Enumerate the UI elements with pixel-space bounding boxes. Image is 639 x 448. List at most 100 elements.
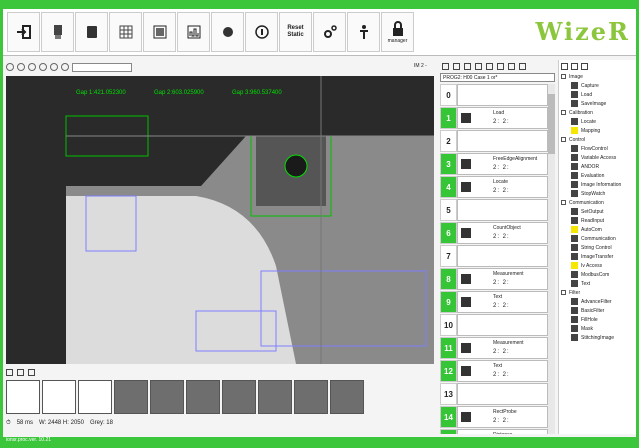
step-row[interactable]: 8 Measurement 2: 2: — [440, 268, 548, 290]
zoom-out-icon[interactable] — [28, 63, 36, 71]
user-button[interactable] — [347, 12, 380, 52]
light-button[interactable] — [211, 12, 244, 52]
step-card[interactable]: Distance2: 2: — [457, 429, 548, 434]
thumb-7[interactable] — [258, 380, 292, 414]
tool-item[interactable]: ImageTransfer — [559, 252, 636, 261]
tool-item[interactable]: AutoCom — [559, 225, 636, 234]
tool-item[interactable]: Iv Access — [559, 261, 636, 270]
tool-item[interactable]: StitchingImage — [559, 333, 636, 342]
tool-item[interactable]: Text — [559, 279, 636, 288]
tool-item[interactable]: ReadInput — [559, 216, 636, 225]
step-row[interactable]: 5 — [440, 199, 548, 221]
save-button[interactable] — [75, 12, 108, 52]
tool-item[interactable]: ANDOR — [559, 162, 636, 171]
step-card[interactable]: RectProbe 2: 2: — [457, 406, 548, 428]
seq-refresh-icon[interactable] — [475, 62, 482, 70]
thumb-filter-icon[interactable] — [17, 368, 24, 376]
step-scrollbar[interactable] — [548, 84, 555, 434]
thumb-3[interactable] — [114, 380, 148, 414]
tool-item[interactable]: Evaluation — [559, 171, 636, 180]
step-card[interactable]: Text 2: 2: — [457, 360, 548, 382]
step-row[interactable]: 3 FreeEdgeAlignment 2: 2: — [440, 153, 548, 175]
tool-item[interactable]: BasicFilter — [559, 306, 636, 315]
step-row[interactable]: 13 — [440, 383, 548, 405]
tool-category[interactable]: Filter — [559, 288, 636, 297]
zoom-in-icon[interactable] — [17, 63, 25, 71]
step-row[interactable]: 10 — [440, 314, 548, 336]
seq-delete-icon[interactable] — [519, 62, 526, 70]
step-row[interactable]: 15Distance2: 2: — [440, 429, 548, 434]
step-card[interactable]: Measurement 2: 2: — [457, 268, 548, 290]
tool-category[interactable]: Communication — [559, 198, 636, 207]
grid-button[interactable] — [109, 12, 142, 52]
step-card[interactable]: CountObject 2: 2: — [457, 222, 548, 244]
step-card[interactable]: Measurement 2: 2: — [457, 337, 548, 359]
tool-item[interactable]: AdvanceFilter — [559, 297, 636, 306]
tool-item[interactable]: Variable Access — [559, 153, 636, 162]
camera-thumb[interactable] — [6, 380, 40, 414]
thumb-6[interactable] — [222, 380, 256, 414]
histogram-button[interactable] — [177, 12, 210, 52]
reset-static-button[interactable]: Reset Static — [279, 12, 312, 52]
tool-item[interactable]: Load — [559, 90, 636, 99]
manager-button[interactable]: manager — [381, 12, 414, 52]
step-row[interactable]: 12 Text 2: 2: — [440, 360, 548, 382]
image-viewer[interactable]: Gap 1:421.052300 Gap 2:603.025900 Gap 3:… — [6, 76, 434, 364]
tool-item[interactable]: Capture — [559, 81, 636, 90]
step-row[interactable]: 1 Load 2: 2: — [440, 107, 548, 129]
thumb-settings-icon[interactable] — [6, 368, 13, 376]
tool-item[interactable]: Mapping — [559, 126, 636, 135]
thumb-1[interactable] — [42, 380, 76, 414]
zoom-fit-icon[interactable] — [6, 63, 14, 71]
tool-item[interactable]: Image Information — [559, 180, 636, 189]
thumb-grid-icon[interactable] — [28, 368, 35, 376]
step-card[interactable] — [457, 314, 548, 336]
step-row[interactable]: 2 — [440, 130, 548, 152]
tree-expand-icon[interactable] — [561, 62, 568, 70]
tool-item[interactable]: FlowControl — [559, 144, 636, 153]
tool-item[interactable]: FillHole — [559, 315, 636, 324]
tool-category[interactable]: Control — [559, 135, 636, 144]
tool-category[interactable]: Image — [559, 72, 636, 81]
pattern-button[interactable] — [143, 12, 176, 52]
tool-item[interactable]: SaveImage — [559, 99, 636, 108]
thumb-9[interactable] — [330, 380, 364, 414]
thumb-5[interactable] — [186, 380, 220, 414]
tool-item[interactable]: ModbusCom — [559, 270, 636, 279]
program-select[interactable]: PROG2: H00 Case 1 or* — [440, 73, 555, 82]
seq-up-icon[interactable] — [464, 62, 471, 70]
seq-copy-icon[interactable] — [497, 62, 504, 70]
step-card[interactable]: Load 2: 2: — [457, 107, 548, 129]
thumb-4[interactable] — [150, 380, 184, 414]
tool-item[interactable]: StopWatch — [559, 189, 636, 198]
step-row[interactable]: 0 — [440, 84, 548, 106]
camera-button[interactable] — [41, 12, 74, 52]
tool-item[interactable]: Locate — [559, 117, 636, 126]
step-row[interactable]: 9 Text 2: 2: — [440, 291, 548, 313]
tool-category[interactable]: Calibration — [559, 108, 636, 117]
step-card[interactable]: Locate 2: 2: — [457, 176, 548, 198]
step-card[interactable] — [457, 383, 548, 405]
tool-item[interactable]: Communication — [559, 234, 636, 243]
tool-item[interactable]: Mask — [559, 324, 636, 333]
step-card[interactable]: FreeEdgeAlignment 2: 2: — [457, 153, 548, 175]
tree-text-icon[interactable] — [571, 62, 578, 70]
step-card[interactable] — [457, 84, 548, 106]
tool-item[interactable]: String Control — [559, 243, 636, 252]
seq-stop-icon[interactable] — [486, 62, 493, 70]
thumb-2[interactable] — [78, 380, 112, 414]
thumb-8[interactable] — [294, 380, 328, 414]
seq-paste-icon[interactable] — [508, 62, 515, 70]
zoom-window-icon[interactable] — [61, 63, 69, 71]
seq-down-icon[interactable] — [453, 62, 460, 70]
scroll-thumb[interactable] — [548, 94, 555, 154]
tool-item[interactable]: SetOutput — [559, 207, 636, 216]
step-row[interactable]: 14 RectProbe 2: 2: — [440, 406, 548, 428]
login-button[interactable] — [7, 12, 40, 52]
zoom-reset-icon[interactable] — [39, 63, 47, 71]
seq-add-icon[interactable] — [442, 62, 449, 70]
step-card[interactable]: Text 2: 2: — [457, 291, 548, 313]
step-row[interactable]: 6 CountObject 2: 2: — [440, 222, 548, 244]
step-card[interactable] — [457, 245, 548, 267]
step-row[interactable]: 7 — [440, 245, 548, 267]
